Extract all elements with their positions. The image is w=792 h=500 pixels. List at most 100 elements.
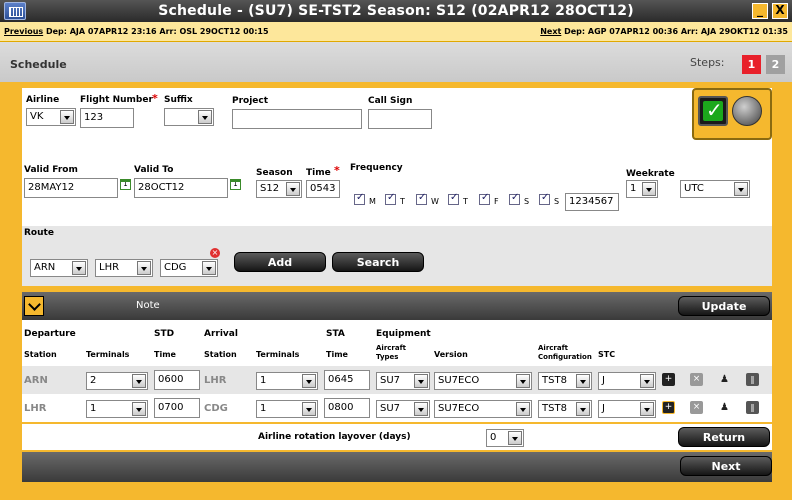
season-select[interactable]: S12 <box>256 180 302 198</box>
wednesday-checkbox[interactable] <box>416 192 427 205</box>
status-orb-icon[interactable] <box>732 96 762 126</box>
steps-label: Steps: <box>690 56 725 69</box>
tuesday-checkbox[interactable] <box>385 192 396 205</box>
minimize-button[interactable]: _ <box>752 3 768 19</box>
previous-flight-info: Dep: AJA 07APR12 23:16 Arr: OSL 29OCT12 … <box>43 27 269 36</box>
row-2-delete-icon[interactable]: × <box>690 401 703 414</box>
valid-from-input[interactable]: 28MAY12 <box>24 178 118 198</box>
valid-to-input[interactable]: 28OCT12 <box>134 178 228 198</box>
row-2-version-select[interactable]: SU7ECO <box>434 400 532 418</box>
confirm-check-icon[interactable] <box>698 96 728 126</box>
row-1-departure: ARN <box>24 375 48 386</box>
window-title: Schedule - (SU7) SE-TST2 Season: S12 (02… <box>158 3 634 19</box>
weekrate-select[interactable]: 1 <box>626 180 658 198</box>
row-2-insert-icon[interactable]: + <box>662 401 675 414</box>
arrival-group-header: Arrival <box>204 329 238 339</box>
chevron-down-icon[interactable] <box>24 296 44 316</box>
update-button[interactable]: Update <box>678 296 770 316</box>
route-station-3-select[interactable]: CDG <box>160 259 218 277</box>
row-1-stc-select[interactable]: J <box>598 372 656 390</box>
valid-to-label: Valid To <box>134 165 174 175</box>
row-2-crew-icon[interactable]: ♟ <box>718 401 731 414</box>
next-link[interactable]: Next <box>540 27 561 36</box>
departure-group-header: Departure <box>24 329 76 339</box>
airline-label: Airline <box>26 95 60 105</box>
col-stc: STC <box>598 350 616 359</box>
row-1-dep-terminal-select[interactable]: 2 <box>86 372 148 390</box>
row-2-departure: LHR <box>24 403 47 414</box>
project-input[interactable] <box>232 109 362 129</box>
step-2-badge[interactable]: 2 <box>766 55 785 74</box>
route-label: Route <box>24 228 54 238</box>
col-config-2: Configuration <box>538 353 592 361</box>
project-label: Project <box>232 96 269 106</box>
row-2-aircraft-type-select[interactable]: SU7 <box>376 400 430 418</box>
row-2-sta-input[interactable]: 0800 <box>324 398 370 418</box>
row-1-passenger-icon[interactable]: ‖ <box>746 373 759 386</box>
airline-select[interactable]: VK <box>26 108 76 126</box>
sunday-checkbox[interactable] <box>539 192 550 205</box>
title-bar: Schedule - (SU7) SE-TST2 Season: S12 (02… <box>0 0 792 22</box>
row-1-arrival: LHR <box>204 375 227 386</box>
suffix-label: Suffix <box>164 95 193 105</box>
row-1-delete-icon[interactable]: × <box>690 373 703 386</box>
chevron-down-icon <box>72 261 86 275</box>
monday-checkbox[interactable] <box>354 192 365 205</box>
col-aircraft-types-1: Aircraft <box>376 344 406 352</box>
flight-navigation-bar: Previous Dep: AJA 07APR12 23:16 Arr: OSL… <box>0 22 792 42</box>
route-station-2-select[interactable]: LHR <box>95 259 153 277</box>
sta-group-header: STA <box>326 329 345 339</box>
row-1-crew-icon[interactable]: ♟ <box>718 373 731 386</box>
row-1-version-select[interactable]: SU7ECO <box>434 372 532 390</box>
std-group-header: STD <box>154 329 175 339</box>
col-time: Time <box>154 350 176 359</box>
chevron-down-icon <box>576 402 590 416</box>
row-2-config-select[interactable]: TST8 <box>538 400 592 418</box>
suffix-select[interactable] <box>164 108 214 126</box>
row-2-stc-select[interactable]: J <box>598 400 656 418</box>
previous-link[interactable]: Previous <box>4 27 43 36</box>
saturday-checkbox[interactable] <box>509 192 520 205</box>
return-button[interactable]: Return <box>678 427 770 447</box>
timezone-select[interactable]: UTC <box>680 180 750 198</box>
row-2-passenger-icon[interactable]: ‖ <box>746 401 759 414</box>
row-1-sta-input[interactable]: 0645 <box>324 370 370 390</box>
remove-station-icon[interactable]: × <box>210 248 220 258</box>
chevron-down-icon <box>202 261 216 275</box>
calendar-icon[interactable]: 1 <box>120 179 131 190</box>
next-button[interactable]: Next <box>680 456 772 476</box>
thursday-checkbox[interactable] <box>448 192 459 205</box>
row-2-dep-terminal-select[interactable]: 1 <box>86 400 148 418</box>
row-2-std-input[interactable]: 0700 <box>154 398 200 418</box>
add-button[interactable]: Add <box>234 252 326 272</box>
calendar-icon[interactable]: 1 <box>230 179 241 190</box>
chevron-down-icon <box>642 182 656 196</box>
search-button[interactable]: Search <box>332 252 424 272</box>
row-1-arr-terminal-select[interactable]: 1 <box>256 372 318 390</box>
frequency-input[interactable]: 1234567 <box>565 193 619 211</box>
calendar-app-icon <box>4 2 26 20</box>
route-station-1-select[interactable]: ARN <box>30 259 88 277</box>
row-1-aircraft-type-select[interactable]: SU7 <box>376 372 430 390</box>
row-2-arr-terminal-select[interactable]: 1 <box>256 400 318 418</box>
chevron-down-icon <box>508 431 522 445</box>
chevron-down-icon <box>576 374 590 388</box>
row-1-insert-icon[interactable]: + <box>662 373 675 386</box>
col-terminals: Terminals <box>86 350 130 359</box>
close-button[interactable]: X <box>772 3 788 19</box>
note-bar <box>22 292 772 320</box>
layover-select[interactable]: 0 <box>486 429 524 447</box>
flight-number-input[interactable]: 123 <box>80 108 134 128</box>
row-1-std-input[interactable]: 0600 <box>154 370 200 390</box>
chevron-down-icon <box>640 402 654 416</box>
call-sign-input[interactable] <box>368 109 432 129</box>
time-input[interactable]: 0543 <box>306 180 340 198</box>
step-1-badge[interactable]: 1 <box>742 55 761 74</box>
layover-label: Airline rotation layover (days) <box>258 432 411 442</box>
col-station: Station <box>24 350 57 359</box>
chevron-down-icon <box>132 374 146 388</box>
row-1-config-select[interactable]: TST8 <box>538 372 592 390</box>
chevron-down-icon <box>414 402 428 416</box>
flight-number-label: Flight Number <box>80 95 153 105</box>
friday-checkbox[interactable] <box>479 192 490 205</box>
